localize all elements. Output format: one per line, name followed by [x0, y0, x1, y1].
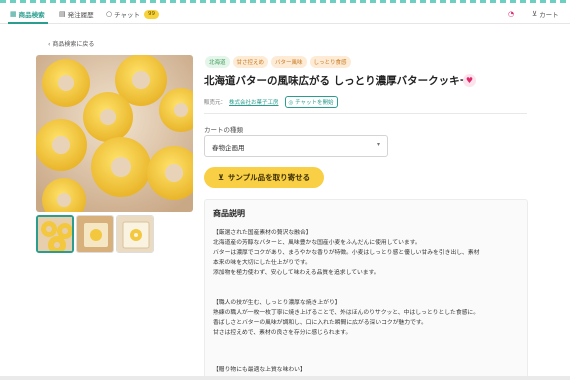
back-to-search-link[interactable]: ‹ 商品検索に戻る [48, 39, 94, 48]
description-line: 熟練の職人が一枚一枚丁寧に焼き上げることで、外はほんのりサクッと、中はしっとりと… [213, 310, 480, 316]
tag: 北海道 [205, 56, 230, 68]
description-line: 本来の味を大切にした仕上がりです。 [213, 260, 311, 266]
thumbnail-3[interactable] [116, 215, 154, 253]
maker-row: 販売元： 株式会社お菓子工房 ◎ チャットを開始 [204, 96, 338, 108]
maker-label: 販売元： [204, 100, 227, 106]
description-line: 北海道産の芳醇なバターと、風味豊かな国産小麦をふんだんに使用しています。 [213, 240, 421, 246]
cart-type-label: カートの種類 [204, 126, 243, 134]
description-line: 香ばしさとバターの風味が調和し、口に入れた瞬間に広がる深いコクが魅力です。 [213, 320, 427, 326]
favorite-heart-icon[interactable]: ♥ [463, 74, 476, 87]
product-tags: 北海道 甘さ控えめ バター風味 しっとり食感 [205, 56, 351, 68]
tag: バター風味 [271, 56, 307, 68]
request-sample-button[interactable]: ⊻ サンプル品を取り寄せる [204, 167, 324, 188]
tag: しっとり食感 [309, 56, 351, 68]
tag: 甘さ控えめ [232, 56, 269, 68]
bell-icon: ◔ [508, 9, 515, 18]
nav-active-underline [8, 22, 48, 24]
request-sample-label: サンプル品を取り寄せる [227, 173, 311, 182]
description-line: バターは濃厚でコクがあり、まろやかな香りが特徴。小麦はしっとり感と優しい甘みを引… [213, 250, 480, 256]
cart-type-selected: 春物企画用 [212, 144, 245, 152]
description-panel: 商品説明 【厳選された国産素材の贅沢な融合】 北海道産の芳醇なバターと、風味豊か… [204, 199, 528, 380]
cart-icon: ⊻ [532, 9, 538, 18]
bottom-scrollbar[interactable] [0, 376, 570, 380]
receipt-icon: ▤ [59, 9, 66, 18]
nav-product-search[interactable]: ▦ 商品検索 [10, 7, 45, 21]
nav-order-history-label: 発注履歴 [67, 11, 94, 19]
chevron-down-icon: ▾ [376, 141, 380, 148]
start-chat-button[interactable]: ◎ チャットを開始 [284, 96, 338, 108]
description-line: 【職人の技が生む、しっとり濃厚な焼き上がり】 [213, 300, 341, 306]
nav-order-history[interactable]: ▤ 発注履歴 [59, 7, 94, 21]
back-link-label: 商品検索に戻る [52, 41, 95, 48]
chat-count-badge: 99 [144, 9, 160, 19]
nav-chat-label: チャット [114, 11, 141, 19]
description-line: 添加物を極力使わず、安心して味わえる品質を追求しています。 [213, 270, 380, 276]
chat-icon: ○ [106, 9, 113, 18]
cart-button[interactable]: ⊻ カート [532, 7, 559, 21]
description-line: 甘さは控えめで、素材の良さを存分に感じられます。 [213, 330, 352, 336]
product-main-image [36, 55, 193, 212]
nav-product-search-label: 商品検索 [18, 11, 45, 19]
chat-icon: ◎ [288, 100, 294, 106]
cart-icon: ⊻ [217, 173, 224, 182]
start-chat-label: チャットを開始 [295, 100, 334, 106]
divider [204, 113, 527, 114]
cart-type-select[interactable]: 春物企画用 ▾ [204, 135, 388, 157]
nav-chat[interactable]: ○ チャット 99 [106, 7, 160, 21]
product-title: 北海道バターの風味広がる しっとり濃厚バタークッキー [204, 75, 471, 87]
thumbnail-1[interactable] [36, 215, 74, 253]
grid-icon: ▦ [10, 9, 17, 18]
notification-button[interactable]: ◔ [508, 7, 516, 21]
description-line: 【厳選された国産素材の贅沢な融合】 [213, 230, 312, 236]
description-line: 【贈り物にも最適な上質な味わい】 [213, 367, 306, 373]
cart-label: カート [539, 11, 559, 19]
maker-link[interactable]: 株式会社お菓子工房 [229, 98, 279, 106]
app-header: ▦ 商品検索 ▤ 発注履歴 ○ チャット 99 ◔ ⊻ カート [0, 3, 570, 24]
thumbnail-2[interactable] [76, 215, 114, 253]
description-title: 商品説明 [213, 209, 245, 218]
